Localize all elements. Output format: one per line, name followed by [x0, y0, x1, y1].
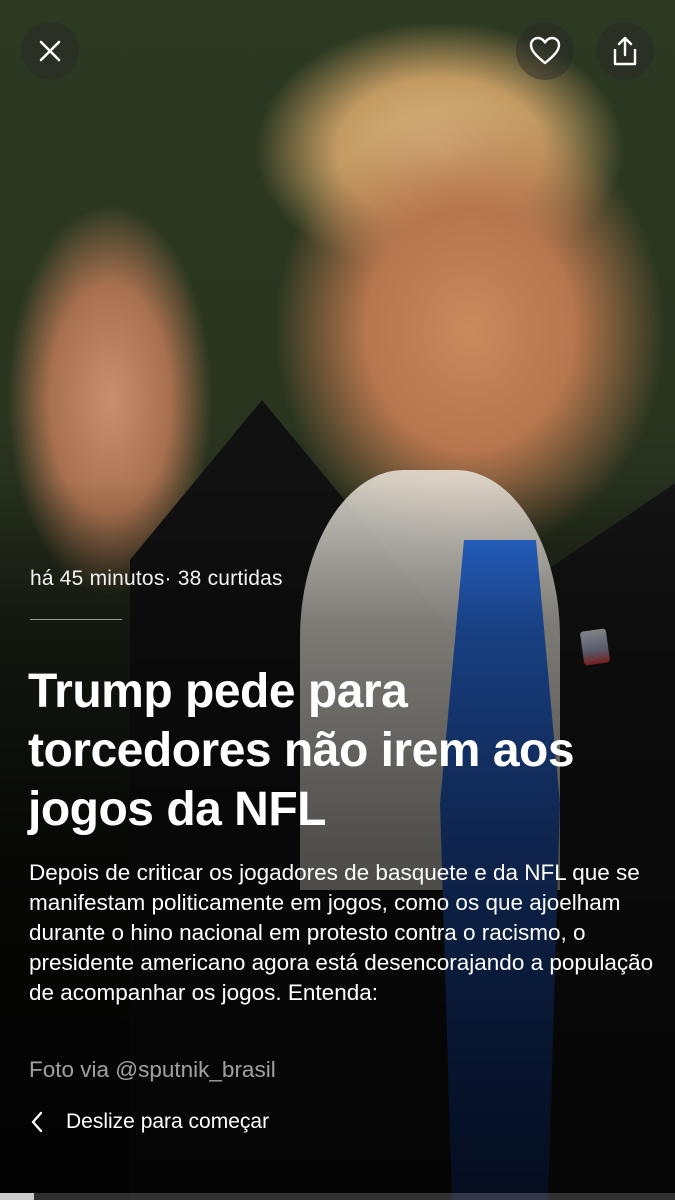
- meta-separator: ·: [164, 567, 172, 590]
- story-body: Depois de criticar os jogadores de basqu…: [29, 860, 654, 1005]
- close-button[interactable]: [21, 22, 79, 80]
- story-meta: há 45 minutos· 38 curtidas: [30, 567, 283, 591]
- time-ago: há 45 minutos: [30, 567, 165, 590]
- story-progress-track: [0, 1193, 675, 1200]
- chevron-left-icon: [30, 1111, 44, 1133]
- photo-credit: Foto via @sputnik_brasil: [29, 1057, 276, 1082]
- meta-divider: [30, 619, 122, 620]
- story-screen: há 45 minutos· 38 curtidas Trump pede pa…: [0, 0, 675, 1200]
- gradient-overlay: [0, 0, 675, 1200]
- like-button[interactable]: [516, 22, 574, 80]
- close-icon: [38, 39, 62, 63]
- heart-icon: [529, 36, 561, 66]
- story-progress-fill: [0, 1193, 34, 1200]
- share-icon: [612, 36, 638, 66]
- likes-count: 38 curtidas: [177, 567, 283, 590]
- swipe-prompt[interactable]: Deslize para começar: [30, 1110, 269, 1134]
- share-button[interactable]: [596, 22, 654, 80]
- swipe-label: Deslize para começar: [66, 1110, 270, 1133]
- story-headline: Trump pede para torcedores não irem aos …: [28, 665, 575, 836]
